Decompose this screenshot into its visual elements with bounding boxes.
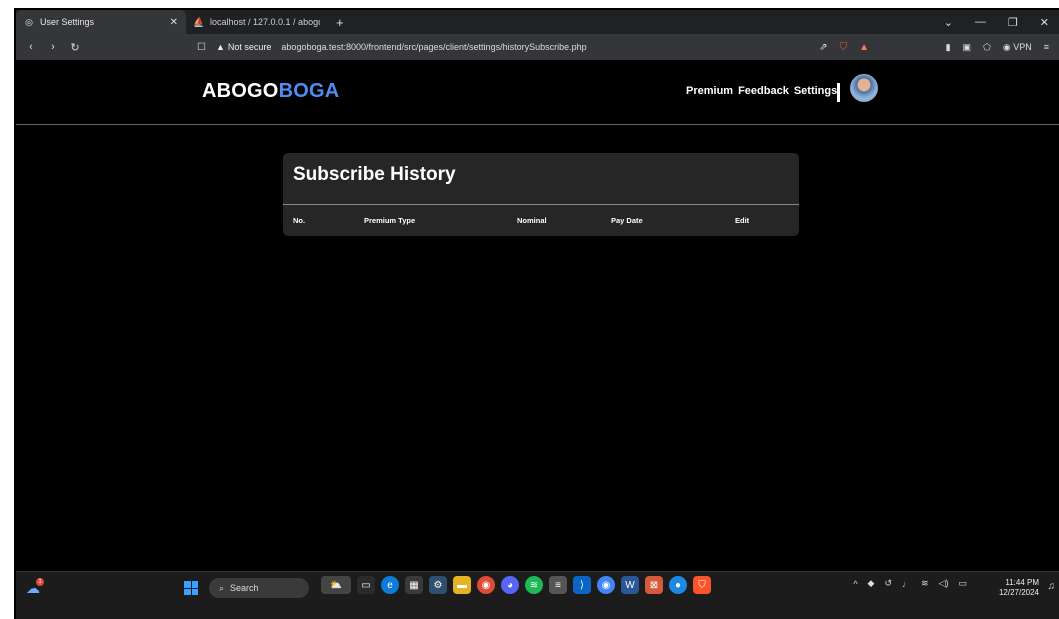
- close-window-icon[interactable]: ✕: [1040, 16, 1049, 29]
- extensions-icon[interactable]: ⬠: [983, 42, 991, 53]
- bookmark-icon[interactable]: ☐: [197, 42, 206, 53]
- chevron-up-icon[interactable]: ^: [853, 579, 857, 589]
- card-divider: [283, 204, 799, 205]
- search-icon: ⌕: [219, 582, 225, 593]
- close-tab-icon[interactable]: ✕: [170, 17, 178, 28]
- logo-part-1: ABOGO: [202, 80, 279, 102]
- app-icon[interactable]: ≡: [549, 576, 567, 594]
- brave-rewards-icon[interactable]: ▲: [859, 42, 869, 53]
- xampp-icon[interactable]: ⊠: [645, 576, 663, 594]
- volume-icon[interactable]: ◁): [939, 578, 949, 589]
- browser-tab-strip: ◎ User Settings ✕ ⛵ localhost / 127.0.0.…: [16, 10, 1059, 34]
- site-logo[interactable]: ABOGOBOGA: [202, 80, 339, 103]
- address-actions: ⇗ ⛉ ▲: [819, 42, 869, 53]
- user-avatar[interactable]: [850, 74, 878, 102]
- nav-link-feedback[interactable]: Feedback: [738, 85, 789, 97]
- task-view-icon[interactable]: ▭: [357, 576, 375, 594]
- forward-icon[interactable]: ›: [46, 41, 60, 53]
- security-label: Not secure: [227, 42, 272, 52]
- phpmyadmin-icon: ⛵: [193, 16, 205, 27]
- site-navbar: ABOGOBOGA Premium Feedback Settings: [16, 60, 1059, 125]
- battery-icon[interactable]: ▭: [958, 578, 967, 589]
- weather-badge: 1: [36, 578, 44, 586]
- logo-part-2: BOGA: [278, 80, 340, 102]
- sidebar-icon[interactable]: ▮: [946, 42, 951, 53]
- chrome-icon[interactable]: ◉: [477, 576, 495, 594]
- windows-taskbar: ☁ 1 ⌕ Search ⛅ ▭ e ▦ ⚙ ▬ ◉ ◕ ≋ ≡ ⟩ ◉ W ⊠…: [16, 571, 1059, 619]
- tray-sync-icon[interactable]: ↺: [884, 578, 892, 589]
- url-field[interactable]: abogoboga.test:8000/frontend/src/pages/c…: [281, 42, 586, 52]
- restore-icon[interactable]: ❐: [1008, 16, 1018, 29]
- new-tab-icon[interactable]: +: [336, 15, 344, 30]
- word-icon[interactable]: W: [621, 576, 639, 594]
- clock-time: 11:44 PM: [1005, 578, 1039, 587]
- security-indicator[interactable]: ▲ Not secure: [216, 42, 271, 52]
- col-premium-type: Premium Type: [364, 216, 416, 225]
- minimize-icon[interactable]: —: [975, 16, 986, 28]
- col-pay-date: Pay Date: [611, 216, 643, 225]
- tab-search-chevron-icon[interactable]: ⌄: [944, 16, 953, 29]
- globe-icon: ◎: [25, 16, 33, 27]
- browser-tab-user-settings[interactable]: ◎ User Settings ✕: [16, 10, 186, 34]
- discord-icon[interactable]: ◕: [501, 576, 519, 594]
- col-no: No.: [293, 216, 306, 225]
- tab-title: User Settings: [40, 17, 95, 27]
- microphone-icon[interactable]: ♩: [902, 579, 911, 589]
- settings-app-icon[interactable]: ⚙: [429, 576, 447, 594]
- col-nominal: Nominal: [517, 216, 547, 225]
- card-title: Subscribe History: [293, 164, 456, 185]
- taskbar-apps: ⛅ ▭ e ▦ ⚙ ▬ ◉ ◕ ≋ ≡ ⟩ ◉ W ⊠ ● ⛉: [321, 576, 711, 594]
- notification-icon[interactable]: ♫: [1048, 581, 1056, 592]
- browser-tab-phpmyadmin[interactable]: ⛵ localhost / 127.0.0.1 / abogoboga /: [186, 10, 328, 34]
- browser-address-row: ‹ › ↻ ☐ ▲ Not secure abogoboga.test:8000…: [16, 34, 1059, 60]
- wifi-icon[interactable]: ≋: [921, 578, 929, 589]
- back-icon[interactable]: ‹: [24, 41, 38, 53]
- widgets-icon[interactable]: ⛅: [321, 576, 351, 594]
- taskbar-search[interactable]: ⌕ Search: [209, 578, 309, 598]
- warning-icon: ▲: [215, 42, 225, 52]
- taskbar-clock[interactable]: 11:44 PM 12/27/2024: [999, 578, 1039, 598]
- nav-link-settings[interactable]: Settings: [794, 85, 837, 97]
- menu-icon[interactable]: ≡: [1044, 42, 1049, 52]
- brave-icon[interactable]: ⛉: [693, 576, 711, 594]
- vscode-icon[interactable]: ⟩: [573, 576, 591, 594]
- chrome-canary-icon[interactable]: ◉: [597, 576, 615, 594]
- search-label: Search: [230, 583, 259, 593]
- edge-icon[interactable]: e: [381, 576, 399, 594]
- windows-start-icon[interactable]: [184, 581, 198, 595]
- toolbar-right: ▮ ▣ ⬠ ◉ VPN ≡: [946, 42, 1049, 53]
- vpn-label: VPN: [1013, 41, 1032, 52]
- col-edit: Edit: [735, 216, 750, 225]
- spotify-icon[interactable]: ≋: [525, 576, 543, 594]
- web-page: ABOGOBOGA Premium Feedback Settings Subs…: [16, 60, 1059, 571]
- store-icon[interactable]: ▦: [405, 576, 423, 594]
- tray-app-icon[interactable]: ◆: [868, 578, 875, 589]
- nav-link-premium[interactable]: Premium: [686, 85, 733, 97]
- nav-links: Premium Feedback Settings: [686, 85, 837, 97]
- tab-title: localhost / 127.0.0.1 / abogoboga /: [210, 17, 320, 27]
- share-icon[interactable]: ⇗: [819, 42, 827, 53]
- vpn-toggle[interactable]: ◉ VPN: [1003, 42, 1032, 53]
- browser-app-icon[interactable]: ●: [669, 576, 687, 594]
- nav-separator: [837, 83, 840, 102]
- window-controls: ⌄ — ❐ ✕: [944, 10, 1049, 34]
- clock-date: 12/27/2024: [998, 588, 1039, 597]
- wallet-icon[interactable]: ▣: [963, 42, 972, 53]
- brave-shields-icon[interactable]: ⛉: [840, 42, 848, 53]
- screenshot-frame: ◎ User Settings ✕ ⛵ localhost / 127.0.0.…: [14, 8, 1059, 619]
- subscribe-history-card: Subscribe History No. Premium Type Nomin…: [283, 153, 799, 236]
- reload-icon[interactable]: ↻: [68, 41, 82, 54]
- file-explorer-icon[interactable]: ▬: [453, 576, 471, 594]
